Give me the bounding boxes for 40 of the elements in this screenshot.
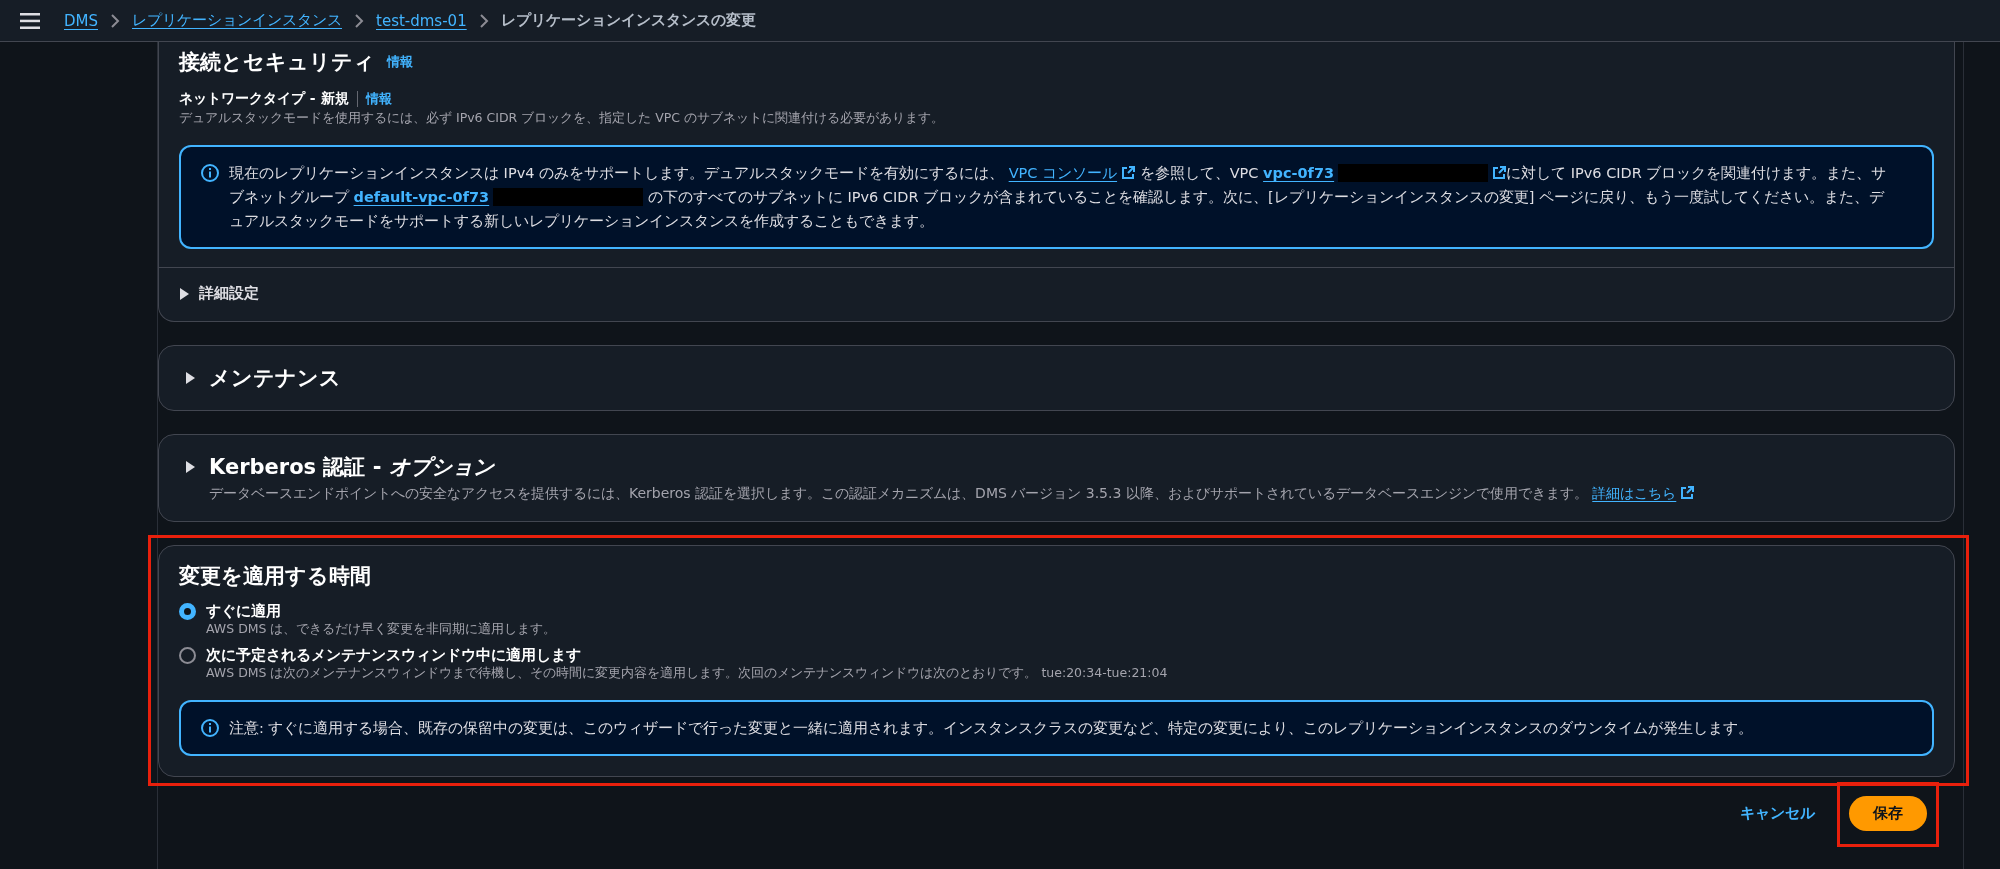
option-label: 次に予定されるメンテナンスウィンドウ中に適用します	[206, 646, 582, 665]
breadcrumb-link[interactable]: test-dms-01	[376, 11, 467, 30]
save-button[interactable]: 保存	[1849, 796, 1927, 831]
radio-button[interactable]	[179, 647, 196, 664]
option-description: AWS DMS は、できるだけ早く変更を非同期に適用します。	[206, 621, 557, 638]
expander-toggle[interactable]: 詳細設定	[179, 284, 259, 303]
link[interactable]: 詳細はこちら	[1592, 483, 1695, 503]
section-toggle[interactable]: メンテナンス	[185, 364, 341, 392]
alert-text: 現在のレプリケーションインスタンスは IPv4 のみをサポートします。デュアルスタックモードを有効にするには、 VPC コンソール を参照して、VPC vpc-0f73 に対して IPv6 CIDR ブロックを関連付けます。また、サブネットグループ default-vpc-0f73 の下のすべてのサブネットに IPv6 CIDR ブロックが含まれていることを確認します。次に、[レプリケーションインスタンスの変更] ページに戻り、もう一度試してください。また、デュアルスタックモードをサポートする新しいレプリケーションインスタンスを作成することもできます。	[229, 161, 1892, 233]
cancel-button[interactable]: キャンセル	[1740, 804, 1815, 823]
caret-right-icon	[179, 287, 189, 300]
option-label: すぐに適用	[206, 602, 282, 621]
info-link[interactable]: 情報	[387, 53, 413, 71]
field-description: デュアルスタックモードを使用するには、必ず IPv6 CIDR ブロックを、指定した VPC のサブネットに関連付ける必要があります。	[179, 110, 945, 127]
alert-text: 注意: すぐに適用する場合、既存の保留中の変更は、このウィザードで行った変更と一緒に適用されます。インスタンスクラスの変更など、特定の変更により、このレプリケーションインスタンスのダウンタイムが発生します。	[229, 719, 1754, 738]
section-title: 変更を適用する時間	[179, 563, 371, 590]
section-toggle[interactable]: Kerberos 認証 - オプション	[185, 453, 494, 481]
caret-right-icon	[185, 372, 195, 384]
field-label: ネットワークタイプ - 新規	[179, 90, 349, 108]
breadcrumb-link[interactable]: レプリケーションインスタンス	[132, 11, 342, 30]
info-icon	[201, 164, 219, 182]
link[interactable]: VPC コンソール	[1008, 161, 1136, 185]
info-link[interactable]: 情報	[365, 90, 392, 108]
section-description: データベースエンドポイントへの安全なアクセスを提供するには、Kerberos 認証を選択します。この認証メカニズムは、DMS バージョン 3.5.3 以降、およびサポートされているデータベースエンジンで使用できます。 詳細はこちら	[209, 483, 1934, 503]
menu-icon	[20, 12, 40, 29]
section-title: 接続とセキュリティ	[179, 49, 375, 76]
chevron-right-icon	[110, 13, 120, 28]
option-description: AWS DMS は次のメンテナンスウィンドウまで待機し、その時間に変更内容を適用します。次回のメンテナンスウィンドウは次のとおりです。 tue:20:34-tue:21:04	[206, 665, 1168, 682]
chevron-right-icon	[478, 13, 489, 28]
external-link-icon	[1680, 486, 1695, 500]
caret-right-icon	[185, 461, 195, 473]
radio-button[interactable]	[179, 603, 196, 620]
chevron-right-icon	[354, 13, 364, 28]
info-icon	[201, 719, 219, 737]
external-link-icon	[1121, 166, 1136, 180]
breadcrumb-current: レプリケーションインスタンスの変更	[500, 11, 756, 30]
link[interactable]: vpc-0f73	[1263, 161, 1507, 185]
external-link-icon	[1492, 166, 1507, 180]
link[interactable]: default-vpc-0f73	[353, 185, 644, 209]
breadcrumb-link[interactable]: DMS	[64, 11, 98, 30]
